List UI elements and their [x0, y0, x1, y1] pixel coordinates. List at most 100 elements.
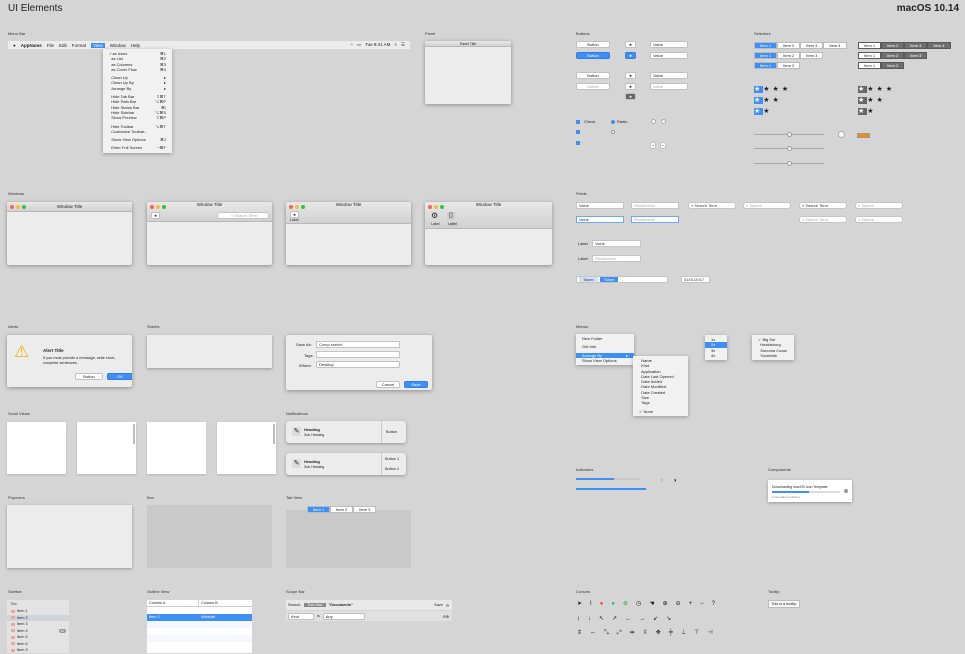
scope-this-mac[interactable]: This Mac	[304, 603, 326, 607]
star-icon[interactable]: ★	[625, 83, 636, 90]
minimize-icon[interactable]	[16, 205, 20, 209]
dial[interactable]	[838, 131, 845, 138]
segment[interactable]: Item 1	[754, 52, 778, 59]
stop-icon[interactable]	[844, 489, 848, 493]
segment[interactable]: Item 3	[800, 42, 824, 49]
menu-edit[interactable]: Edit	[59, 43, 67, 48]
segmented-control-dark[interactable]: Item 1 Item 2	[858, 62, 905, 69]
push-button[interactable]: Button	[576, 72, 610, 79]
segmented-control[interactable]: Item 1 Item 2 Item 3 Item 4	[754, 42, 847, 49]
save-as-field[interactable]: Comp.sketch	[316, 341, 400, 348]
add-button[interactable]: +	[650, 142, 656, 149]
battery-icon[interactable]: ▭	[357, 42, 361, 48]
add-remove-icon[interactable]: ⊖⊕	[443, 614, 452, 619]
slider[interactable]	[754, 132, 824, 137]
help-icon[interactable]	[661, 119, 666, 124]
star-icon[interactable]: ★★★	[858, 97, 886, 104]
any-popup[interactable]: Any	[322, 612, 365, 620]
star-icon[interactable]: ★★★★	[754, 86, 791, 93]
scope-documents[interactable]: "Documents"	[329, 603, 353, 607]
popup-button[interactable]: Value	[650, 52, 688, 59]
star-icon[interactable]: ★	[625, 52, 636, 59]
kind-popup[interactable]: Kind	[288, 612, 314, 620]
scroll-view[interactable]	[7, 422, 66, 474]
star-icon[interactable]: ★	[625, 41, 636, 48]
menu-format[interactable]: Format	[72, 43, 86, 48]
star-icon[interactable]: ★	[625, 93, 636, 100]
device-icon[interactable]: ▯	[447, 212, 455, 220]
scrollbar[interactable]	[273, 424, 275, 444]
menu-item[interactable]: 4x	[705, 353, 727, 358]
text-field[interactable]: Value	[592, 240, 641, 247]
segment[interactable]: Item 2	[881, 62, 905, 69]
segment[interactable]: Item 1	[858, 62, 882, 69]
column-header[interactable]: Column B	[199, 600, 218, 606]
menu-window[interactable]: Window	[110, 43, 126, 48]
menu-item[interactable]: Show View Options ⌘J	[103, 137, 172, 142]
push-button[interactable]: Button	[576, 41, 610, 48]
gear-icon[interactable]: ⚙	[431, 212, 438, 220]
segment[interactable]: Item 2	[777, 62, 801, 69]
segment[interactable]: Item 3	[904, 42, 928, 49]
notification-button[interactable]: Button	[386, 430, 397, 434]
slider-knob[interactable]	[787, 146, 792, 151]
tags-field[interactable]	[316, 351, 400, 358]
star-icon[interactable]: ★★	[754, 108, 773, 115]
slider-knob[interactable]	[787, 161, 792, 166]
text-field[interactable]: Value	[576, 202, 624, 209]
segment[interactable]: Item 2	[777, 52, 801, 59]
segment[interactable]: Item 1	[858, 52, 882, 59]
segment[interactable]: Item 1	[754, 42, 778, 49]
wifi-icon[interactable]: ◔	[350, 42, 353, 48]
menu-app-name[interactable]: AppName	[21, 43, 42, 48]
notification[interactable]: ✎ Heading Sub Heading Button 1 Button 2	[286, 453, 406, 475]
checkbox[interactable]	[576, 141, 580, 145]
menu-item[interactable]: ✓ None	[633, 409, 688, 414]
radio-button[interactable]: Radio	[611, 119, 627, 124]
scroll-view[interactable]	[77, 422, 136, 474]
menu-view[interactable]: View	[91, 42, 105, 48]
zoom-icon[interactable]	[22, 205, 26, 209]
remove-button[interactable]: −	[660, 142, 666, 149]
segment[interactable]: Item 4	[823, 42, 847, 49]
tab[interactable]: Item 1	[307, 506, 331, 513]
default-button[interactable]: Button	[576, 52, 610, 59]
menu-file[interactable]: File	[47, 43, 54, 48]
disclosure-icon[interactable]	[651, 119, 656, 124]
tab-bar[interactable]: Item 1 Item 2 Item 3	[307, 506, 377, 513]
slider-knob[interactable]	[787, 132, 792, 137]
notification[interactable]: ✎ Heading Sub Heading Button	[286, 421, 406, 443]
segment[interactable]: Item 4	[927, 42, 951, 49]
star-icon[interactable]: ★	[625, 72, 636, 79]
apple-icon[interactable]: ●	[13, 43, 16, 48]
token[interactable]: Token	[579, 277, 598, 282]
text-field[interactable]: Placeholder	[592, 255, 641, 262]
scope-save[interactable]: Save	[434, 603, 443, 607]
slider[interactable]	[754, 146, 824, 151]
menu-help[interactable]: Help	[131, 43, 140, 48]
star-icon[interactable]: ★★★	[754, 97, 782, 104]
segmented-control[interactable]: Item 1 Item 2	[754, 62, 801, 69]
scroll-view[interactable]	[217, 422, 276, 474]
notification-button-2[interactable]: Button 2	[385, 467, 399, 471]
radio-button[interactable]	[611, 130, 615, 134]
cancel-button[interactable]: Cancel	[376, 381, 400, 388]
star-icon[interactable]: ★	[290, 211, 299, 218]
column-header[interactable]: Column A	[147, 600, 199, 606]
segmented-control[interactable]: Item 1 Item 2 Item 3	[754, 52, 824, 59]
segment[interactable]: Item 3	[904, 52, 928, 59]
menu-item[interactable]: Enter Full Screen ^⌘F	[103, 145, 172, 150]
popup-button[interactable]: Value	[650, 41, 688, 48]
star-icon[interactable]: ★★	[858, 108, 877, 115]
tab[interactable]: Item 2	[330, 506, 354, 513]
popup-button[interactable]: Value	[650, 72, 688, 79]
checkbox[interactable]: Check	[576, 119, 595, 124]
ok-button[interactable]: OK	[107, 373, 132, 380]
segment[interactable]: Item 2	[881, 52, 905, 59]
search-input[interactable]: ⌕ Search Term	[799, 202, 847, 209]
close-icon[interactable]	[10, 205, 14, 209]
segmented-control-dark[interactable]: Item 1 Item 2 Item 3	[858, 52, 928, 59]
search-input[interactable]: ⌕ Search	[743, 202, 791, 209]
slider[interactable]	[754, 161, 824, 166]
search-icon[interactable]: ⌕	[394, 42, 397, 48]
